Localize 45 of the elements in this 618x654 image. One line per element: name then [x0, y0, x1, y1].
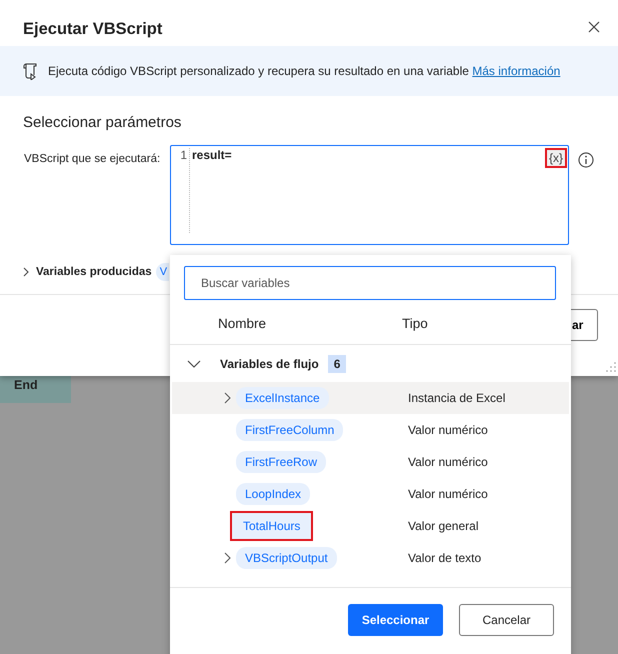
variable-chip: FirstFreeColumn	[236, 419, 344, 441]
produced-variables-label[interactable]: Variables producidas	[36, 266, 152, 278]
code-editor[interactable]: 1 result= {x}	[170, 145, 569, 245]
variable-type: Valor numérico	[408, 487, 488, 501]
count-badge: 6	[328, 355, 346, 373]
select-button[interactable]: Seleccionar	[348, 604, 443, 636]
variable-chip: FirstFreeRow	[236, 451, 326, 473]
section-title: Seleccionar parámetros	[22, 113, 182, 131]
column-header: Tipo	[401, 316, 428, 330]
info-icon[interactable]	[578, 152, 594, 168]
group-label: Variables de flujo	[220, 357, 319, 371]
variable-chip: V	[156, 263, 170, 281]
variable-chip: TotalHours	[230, 511, 314, 541]
variable-row[interactable]: VBScriptOutput Valor de texto	[172, 542, 569, 574]
more-info-link[interactable]: Más información	[472, 64, 560, 78]
variable-chip: ExcelInstance	[236, 387, 329, 409]
variable-type: Valor numérico	[408, 423, 488, 437]
variable-type: Valor de texto	[408, 551, 482, 565]
chevron-right-icon[interactable]	[223, 392, 231, 404]
variable-row[interactable]: FirstFreeColumn Valor numérico	[172, 414, 569, 446]
line-number: 1	[180, 148, 187, 162]
search-field[interactable]: Buscar variables	[184, 266, 556, 300]
variable-row[interactable]: ExcelInstance Instancia de Excel	[172, 382, 569, 414]
chevron-down-icon[interactable]	[187, 360, 201, 368]
column-header: Nombre	[217, 316, 268, 330]
chevron-right-icon[interactable]	[223, 552, 231, 564]
variable-type: Instancia de Excel	[408, 391, 506, 405]
field-label: VBScript que se ejecutará:	[24, 152, 162, 165]
variable-type: Valor general	[408, 519, 478, 533]
insert-variable-button[interactable]: {x}	[544, 148, 567, 168]
info-text: Ejecuta código VBScript personalizado y recupera su resultado en una variable Más información	[48, 64, 560, 78]
dialog-title: Ejecutar VBScript	[23, 20, 162, 38]
cancel-button[interactable]: Cancelar	[459, 604, 554, 636]
variable-row[interactable]: FirstFreeRow Valor numérico	[172, 446, 569, 478]
flow-node[interactable]: End	[0, 376, 71, 403]
variable-chip: LoopIndex	[236, 483, 310, 505]
variable-chip: VBScriptOutput	[236, 547, 337, 569]
variable-row[interactable]: LoopIndex Valor numérico	[172, 478, 569, 510]
resize-grip-icon[interactable]	[606, 362, 616, 372]
variable-row[interactable]: TotalHours Valor general	[172, 510, 569, 542]
dialog-button[interactable]: ar	[571, 309, 598, 341]
close-icon[interactable]	[588, 21, 600, 33]
code-line: result=	[192, 148, 232, 162]
chevron-right-icon[interactable]	[22, 267, 30, 277]
variable-type: Valor numérico	[408, 455, 488, 469]
